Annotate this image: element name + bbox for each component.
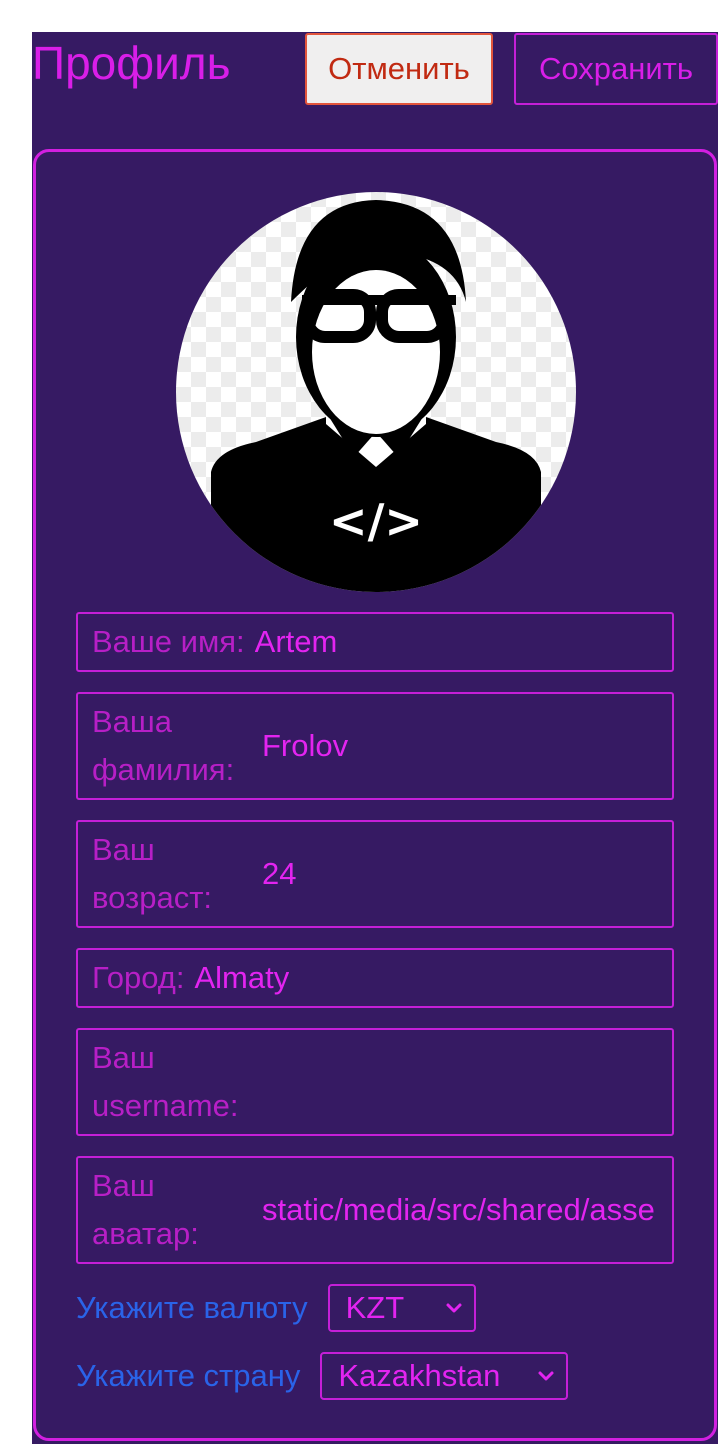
chevron-down-icon xyxy=(538,1371,554,1381)
last-name-label: Ваша фамилия: xyxy=(92,704,235,787)
country-label: Укажите страну xyxy=(76,1358,301,1393)
first-name-field[interactable]: Ваше имя: Artem xyxy=(76,612,674,672)
cancel-button[interactable]: Отменить xyxy=(305,33,493,105)
avatar-path-field[interactable]: Ваш аватар: static/media/src/shared/asse xyxy=(76,1156,674,1264)
code-symbol: </> xyxy=(329,494,423,548)
first-name-label: Ваше имя: xyxy=(92,624,245,659)
chevron-down-icon xyxy=(446,1303,462,1313)
last-name-input[interactable]: Frolov xyxy=(262,722,662,770)
username-label: Ваш username: xyxy=(92,1040,239,1123)
page-title: Профиль xyxy=(32,37,231,89)
currency-label: Укажите валюту xyxy=(76,1290,308,1325)
country-row: Укажите страну Kazakhstan xyxy=(76,1352,569,1400)
avatar-path-label: Ваш аватар: xyxy=(92,1168,199,1251)
city-input[interactable]: Almaty xyxy=(194,954,289,1002)
username-field[interactable]: Ваш username: xyxy=(76,1028,674,1136)
country-select-value: Kazakhstan xyxy=(338,1358,501,1393)
currency-row: Укажите валюту KZT xyxy=(76,1284,476,1332)
currency-select[interactable]: KZT xyxy=(327,1284,476,1332)
currency-select-value: KZT xyxy=(345,1290,405,1325)
last-name-field[interactable]: Ваша фамилия: Frolov xyxy=(76,692,674,800)
save-button[interactable]: Сохранить xyxy=(514,33,718,105)
city-field[interactable]: Город: Almaty xyxy=(76,948,674,1008)
age-field[interactable]: Ваш возраст: 24 xyxy=(76,820,674,928)
developer-avatar-icon: </> xyxy=(211,200,541,592)
country-select[interactable]: Kazakhstan xyxy=(320,1352,569,1400)
age-input[interactable]: 24 xyxy=(262,850,662,898)
age-label: Ваш возраст: xyxy=(92,832,213,915)
first-name-input[interactable]: Artem xyxy=(255,618,338,666)
city-label: Город: xyxy=(92,960,185,995)
avatar: </> xyxy=(176,192,576,592)
avatar-path-input[interactable]: static/media/src/shared/asse xyxy=(262,1186,662,1234)
